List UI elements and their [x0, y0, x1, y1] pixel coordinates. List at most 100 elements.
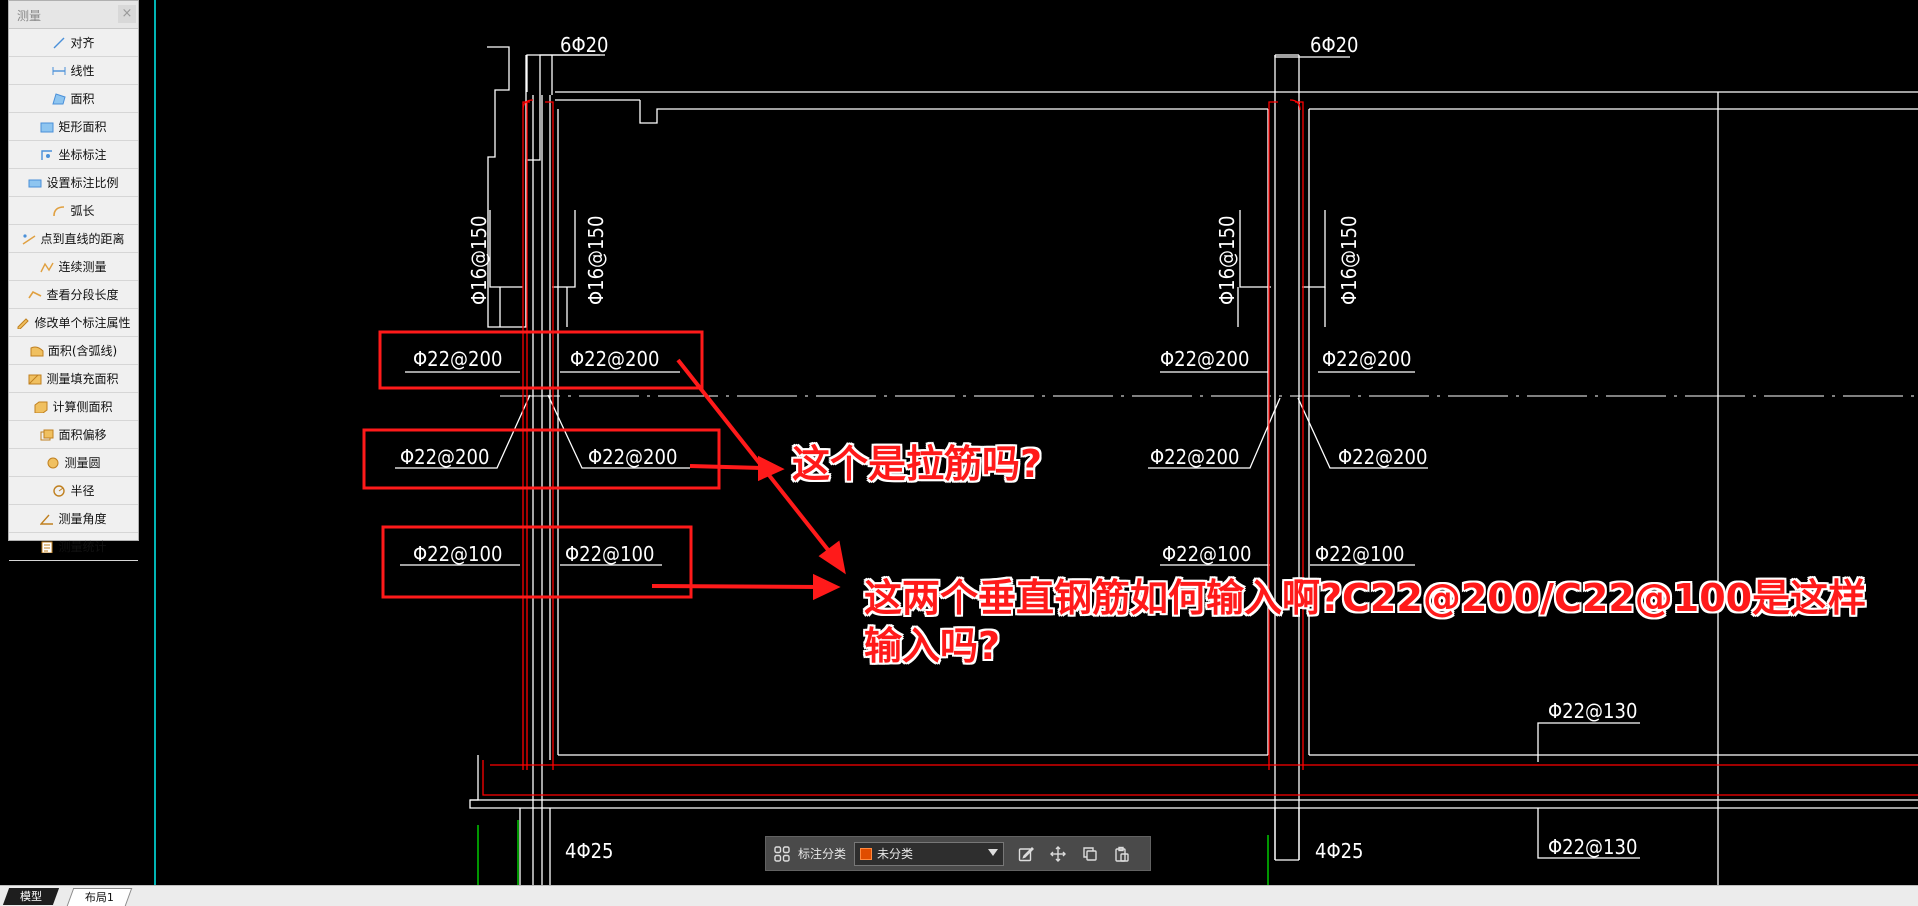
scale-icon [28, 177, 42, 189]
annotation-question-2-line1: 这两个垂直钢筋如何输入啊?C22@200/C22@100是这样 [864, 576, 1867, 620]
category-color-swatch [860, 847, 873, 860]
measure-tool-label: 连续测量 [58, 260, 107, 274]
annotation-question-1: 这个是拉筋吗? [792, 442, 1043, 486]
measure-tool-button[interactable]: 点到直线的距离 [9, 225, 138, 253]
arc-area-icon [30, 345, 44, 357]
cad-drawing-canvas[interactable]: 6Φ20 6Φ20 Φ22@200 Φ22@200 Φ22@200 Φ22@20… [0, 0, 1918, 885]
measure-tool-label: 面积偏移 [58, 428, 107, 442]
measure-tool-button[interactable]: 测量填充面积 [9, 365, 138, 393]
measure-tool-button[interactable]: 查看分段长度 [9, 281, 138, 309]
measure-tool-button[interactable]: 计算侧面积 [9, 393, 138, 421]
coordinate-icon [40, 149, 54, 161]
measure-tool-label: 测量统计 [58, 540, 107, 554]
measure-panel-title: 测量 [17, 9, 42, 23]
rebar-label: Φ22@200 [1150, 445, 1239, 469]
bar-label-bottom-left: 4Φ25 [565, 839, 614, 863]
close-icon[interactable]: × [118, 5, 136, 23]
radius-icon [52, 484, 66, 497]
measure-tool-list: 对齐线性面积矩形面积坐标标注设置标注比例 弧长点到直线的距离 连续测量查看分段长度修… [9, 29, 138, 561]
segment-length-icon [28, 289, 42, 301]
measure-tool-label: 面积 [70, 92, 95, 106]
stirrup-label: Φ16@150 [1215, 216, 1239, 305]
category-select[interactable]: 未分类 [854, 841, 1005, 866]
measure-tool-label: 矩形面积 [58, 120, 107, 134]
paste-icon[interactable] [1110, 842, 1134, 866]
measure-panel: 测量 × 对齐线性面积矩形面积坐标标注设置标注比例 弧长点到直线的距离 连续测量查看… [8, 0, 139, 561]
statistics-icon [40, 541, 54, 553]
rebar-label: Φ22@130 [1548, 699, 1637, 723]
chevron-down-icon [988, 848, 999, 856]
rebar-label: Φ22@100 [1315, 542, 1404, 566]
rebar-label: Φ22@200 [413, 347, 502, 371]
measure-tool-label: 计算侧面积 [52, 400, 113, 414]
measure-tool-label: 面积(含弧线) [47, 344, 118, 358]
edit-icon[interactable] [1014, 842, 1038, 866]
annotation-toolbar: 标注分类 未分类 [765, 836, 1151, 871]
measure-tool-button[interactable]: 弧长 [9, 197, 138, 225]
measure-tool-button[interactable]: 面积(含弧线) [9, 337, 138, 365]
measure-tool-label: 测量角度 [58, 512, 107, 526]
align-dimension-icon [52, 37, 66, 49]
bar-label-top-right: 6Φ20 [1310, 33, 1359, 57]
measure-tool-button[interactable]: 面积偏移 [9, 421, 138, 449]
bar-label-top-left: 6Φ20 [560, 33, 609, 57]
bar-label-bottom-right: 4Φ25 [1315, 839, 1364, 863]
point-to-line-icon [22, 233, 36, 245]
measure-tool-button[interactable]: 线性 [9, 57, 138, 85]
measure-tool-label: 线性 [70, 64, 95, 78]
measure-tool-button[interactable]: 设置标注比例 [9, 169, 138, 197]
stirrup-label: Φ16@150 [467, 216, 491, 305]
measure-tool-label: 设置标注比例 [46, 176, 119, 190]
measure-tool-button[interactable]: 对齐 [9, 29, 138, 57]
measure-tool-label: 弧长 [70, 204, 95, 218]
measure-tool-label: 半径 [70, 484, 95, 498]
measure-tool-label: 点到直线的距离 [40, 232, 125, 246]
measure-tool-button[interactable]: 矩形面积 [9, 113, 138, 141]
tab-layout1-label: 布局1 [84, 891, 114, 904]
measure-tool-label: 测量圆 [64, 456, 101, 470]
measure-tool-button[interactable]: 修改单个标注属性 [9, 309, 138, 337]
continuous-measure-icon [40, 261, 55, 273]
circle-measure-icon [46, 457, 60, 469]
measure-tool-button[interactable]: 坐标标注 [9, 141, 138, 169]
measure-tool-button[interactable]: 测量圆 [9, 449, 138, 477]
tab-layout1[interactable]: 布局1 [66, 888, 133, 906]
copy-icon[interactable] [1078, 842, 1102, 866]
grid-icon[interactable] [770, 842, 794, 866]
measure-tool-button[interactable]: 测量统计 [9, 533, 138, 561]
rebar-label: Φ22@200 [1322, 347, 1411, 371]
area-icon [52, 92, 67, 105]
measure-tool-button[interactable]: 测量角度 [9, 505, 138, 533]
annotation-question-2-line2: 输入吗? [864, 624, 1001, 668]
stirrup-label: Φ16@150 [584, 216, 608, 305]
measure-tool-label: 对齐 [70, 36, 95, 50]
measure-tool-label: 坐标标注 [58, 148, 107, 162]
move-icon[interactable] [1046, 842, 1070, 866]
rebar-label: Φ22@130 [1548, 835, 1637, 859]
rebar-label: Φ22@200 [588, 445, 677, 469]
layout-tab-bar: 模型 布局1 [0, 885, 1918, 906]
measure-tool-button[interactable]: 面积 [9, 85, 138, 113]
measure-tool-label: 测量填充面积 [46, 372, 119, 386]
measure-tool-label: 查看分段长度 [46, 288, 119, 302]
category-select-value: 未分类 [877, 847, 914, 861]
rebar-label: Φ22@100 [565, 542, 654, 566]
edit-dimension-icon [16, 317, 30, 329]
area-offset-icon [40, 429, 54, 441]
measure-tool-button[interactable]: 连续测量 [9, 253, 138, 281]
measure-tool-button[interactable]: 半径 [9, 477, 138, 505]
rebar-label: Φ22@100 [1162, 542, 1251, 566]
tab-model[interactable]: 模型 [2, 888, 60, 905]
rebar-label: Φ22@100 [413, 542, 502, 566]
hatch-area-icon [28, 373, 42, 385]
rebar-label: Φ22@200 [570, 347, 659, 371]
measure-panel-header[interactable]: 测量 × [9, 1, 138, 29]
stirrup-label: Φ16@150 [1337, 216, 1361, 305]
arc-length-icon [52, 205, 66, 217]
measure-tool-label: 修改单个标注属性 [34, 316, 131, 330]
linear-dimension-icon [52, 65, 66, 77]
angle-icon [39, 513, 54, 525]
rebar-label: Φ22@200 [1160, 347, 1249, 371]
side-area-icon [34, 401, 48, 413]
rebar-label: Φ22@200 [400, 445, 489, 469]
